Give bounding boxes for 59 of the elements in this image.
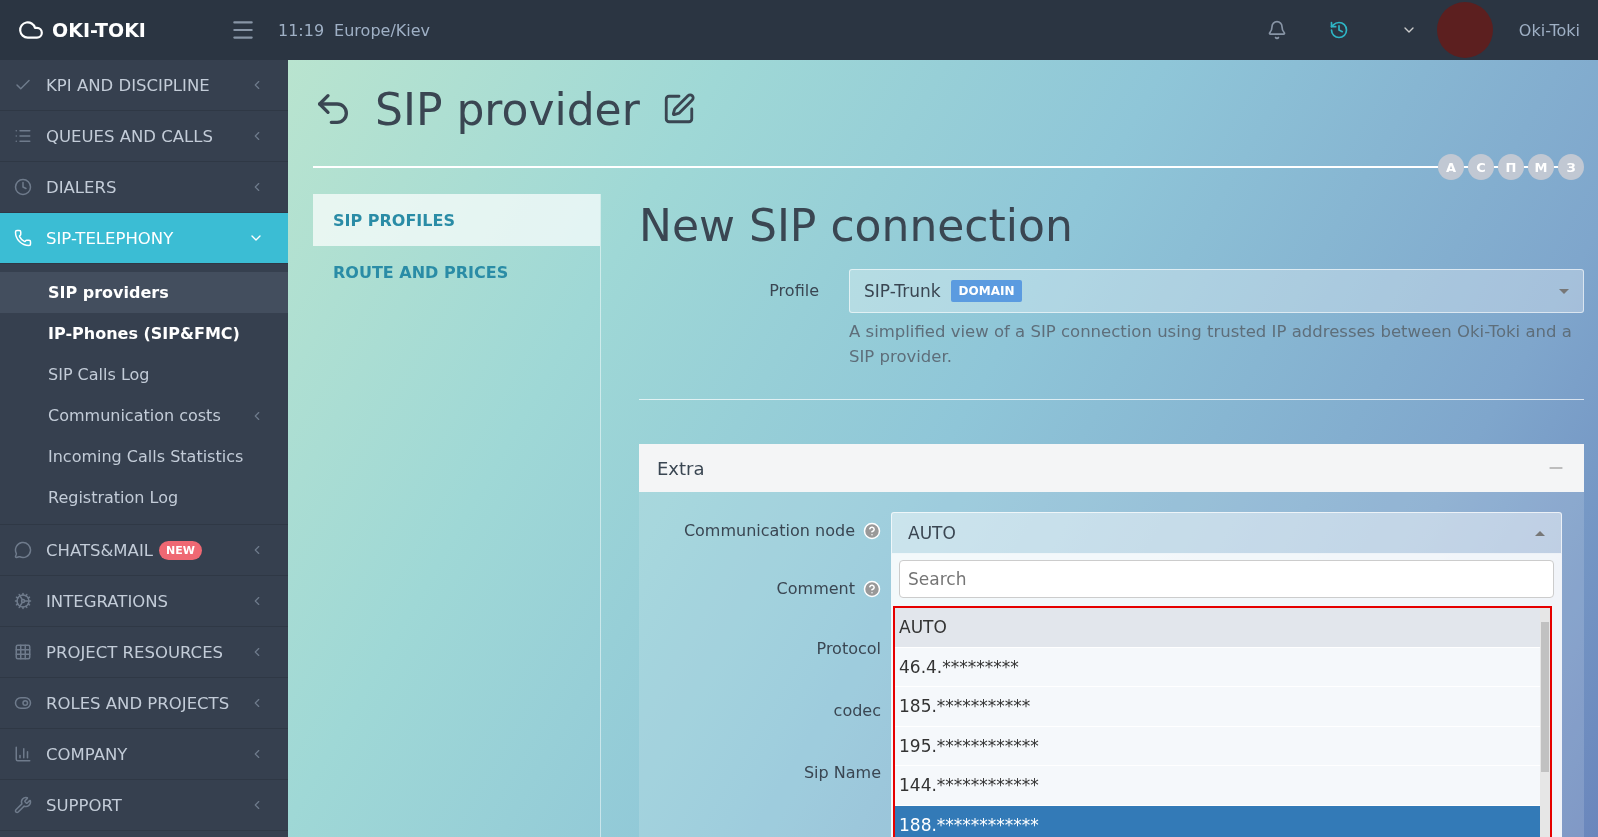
submenu-item[interactable]: SIP Calls Log xyxy=(0,354,288,395)
bar-chart-icon xyxy=(14,745,32,763)
wrench-icon xyxy=(14,796,32,814)
grid-icon xyxy=(14,643,32,661)
clock-time: 11:19 xyxy=(278,20,325,40)
phone-icon xyxy=(14,229,32,247)
caret-icon xyxy=(1535,530,1545,536)
gears-icon xyxy=(14,592,32,610)
field-label: Protocol xyxy=(816,638,881,660)
sidebar-item-label: INTEGRATIONS xyxy=(46,591,169,611)
submenu-item[interactable]: Communication costs xyxy=(0,395,288,436)
sidebar-item-label: KPI AND DISCIPLINE xyxy=(46,75,210,95)
new-badge: NEW xyxy=(158,540,202,560)
search-field[interactable]: Search xyxy=(899,560,1554,598)
bell-icon[interactable] xyxy=(1266,20,1287,40)
sidebar-item[interactable]: CHATS&MAIL NEW xyxy=(0,525,288,576)
dropdown-option[interactable]: 185.*********** xyxy=(895,687,1540,727)
submenu-item[interactable]: Registration Log xyxy=(0,477,288,518)
dropdown-option[interactable]: 188.************ xyxy=(895,805,1540,837)
dropdown-option[interactable]: 46.4.********* xyxy=(895,647,1540,687)
logo-text: OKI-TOKI xyxy=(52,19,147,41)
form-heading: New SIP connection xyxy=(639,200,1074,251)
field-label: Profile xyxy=(768,280,820,302)
timezone: Europe/Kiev xyxy=(334,20,430,40)
submenu-item[interactable]: SIP providers xyxy=(0,272,288,313)
submenu-item[interactable]: IP-Phones (SIP&FMC) xyxy=(0,313,288,354)
field-label: Sip Name xyxy=(803,762,881,784)
dropdown-option[interactable]: 144.************ xyxy=(895,766,1540,806)
caret-icon xyxy=(1559,288,1569,294)
toggle-icon xyxy=(14,694,32,712)
list-icon xyxy=(14,127,32,145)
history-icon[interactable] xyxy=(1328,20,1349,40)
scrollbar[interactable] xyxy=(1540,608,1550,837)
sidebar-item-label: COMPANY xyxy=(46,744,128,764)
dropdown-option[interactable]: 195.************ xyxy=(895,726,1540,766)
help-icon[interactable] xyxy=(863,580,881,598)
speech-bubble-icon xyxy=(14,541,32,559)
help-text: A simplified view of a SIP connection using trusted IP addresses between Oki-Toki and a SIP provider. xyxy=(849,321,1573,368)
sidebar-item-label: SUPPORT xyxy=(46,795,122,815)
field-label: codec xyxy=(833,700,881,722)
sidebar-item-label: SIP-TELEPHONY xyxy=(46,228,174,248)
sidebar-item-label: ROLES AND PROJECTS xyxy=(46,693,230,713)
sidebar-item-label: PROJECT RESOURCES xyxy=(46,642,224,662)
domain-badge: DOMAIN xyxy=(950,280,1023,302)
page-title: SIP provider xyxy=(375,83,640,135)
help-icon[interactable] xyxy=(863,522,881,540)
field-label: Comment xyxy=(776,578,855,600)
submenu-item[interactable]: Incoming Calls Statistics xyxy=(0,436,288,477)
sidebar-item-label: QUEUES AND CALLS xyxy=(46,126,213,146)
panel-title: Extra xyxy=(657,457,705,479)
field-label: Communication node xyxy=(683,520,855,542)
profile-select[interactable]: SIP-Trunk DOMAIN xyxy=(849,269,1584,313)
sidebar-item-label: DIALERS xyxy=(46,177,117,197)
dropdown-option[interactable]: AUTO xyxy=(895,608,1540,648)
clock-icon xyxy=(14,178,32,196)
user-name[interactable]: Oki-Toki xyxy=(1518,20,1580,40)
sidebar-item-label: CHATS&MAIL xyxy=(46,540,153,560)
node-select[interactable]: AUTO xyxy=(891,512,1562,554)
tab[interactable]: SIP PROFILES xyxy=(313,194,600,246)
